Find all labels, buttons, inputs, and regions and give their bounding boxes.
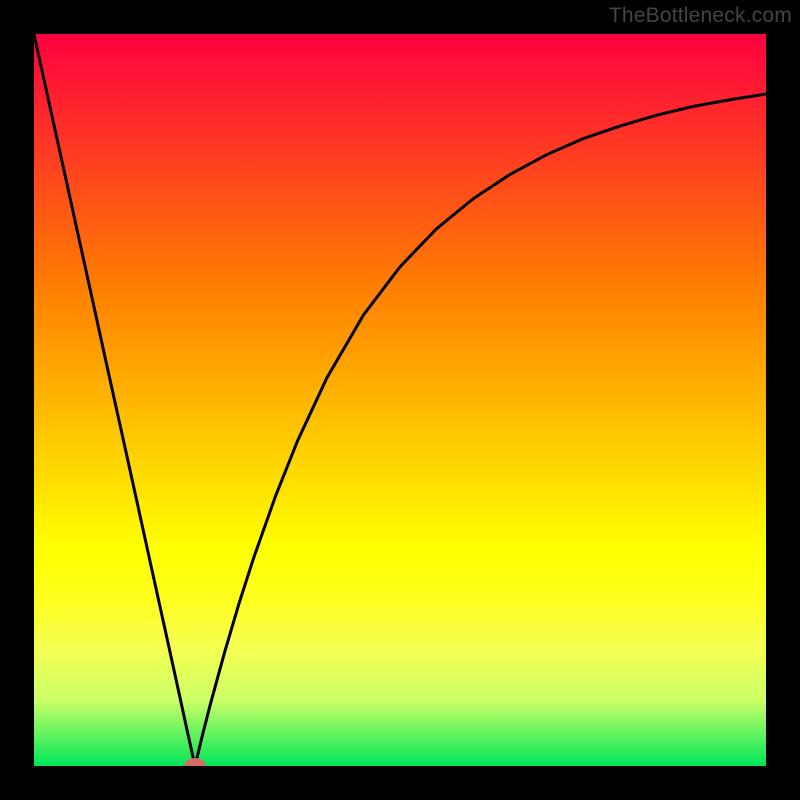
chart-root: TheBottleneck.com (0, 0, 800, 800)
bottleneck-curve (34, 34, 766, 766)
plot-area (34, 34, 766, 766)
curve-line (34, 34, 766, 766)
watermark-text: TheBottleneck.com (609, 4, 792, 28)
